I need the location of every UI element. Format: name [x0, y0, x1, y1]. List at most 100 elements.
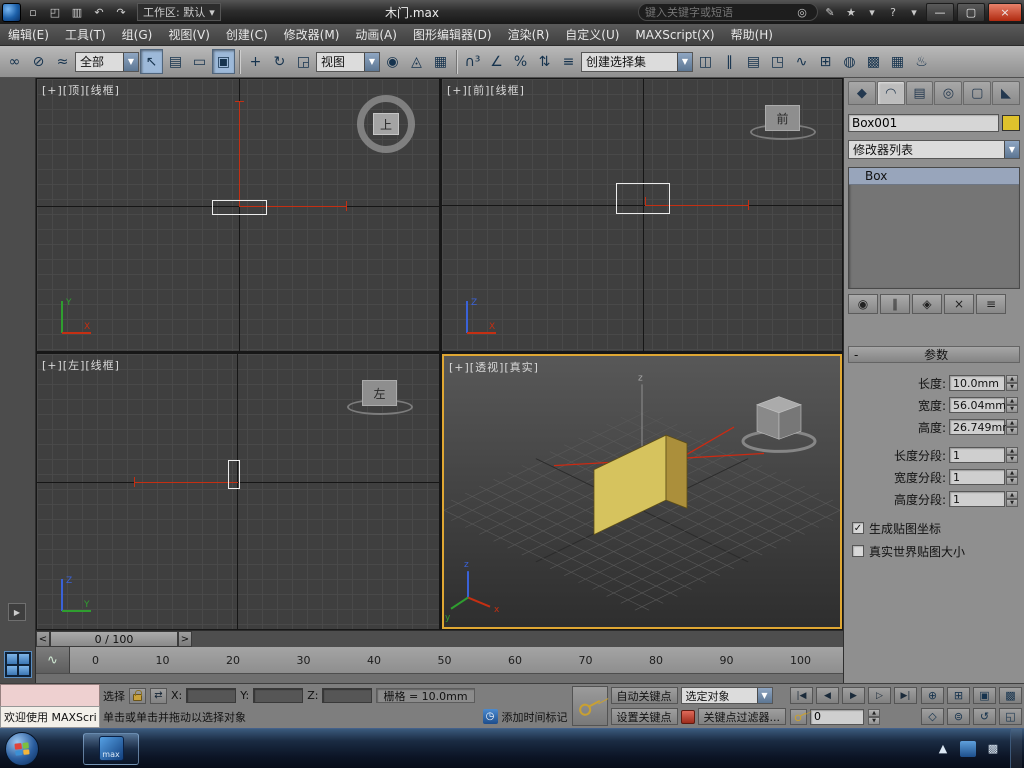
layout-tab-expand-button[interactable]: ▶ [8, 603, 26, 621]
viewport-left[interactable]: [+][左][线框] 左 Z Y [37, 354, 439, 629]
close-button[interactable]: × [988, 2, 1022, 22]
key-filters-button[interactable]: 关键点过滤器... [697, 708, 786, 725]
help-search-input[interactable] [645, 5, 789, 19]
pin-stack-button[interactable]: ◉ [848, 294, 878, 314]
viewcube-face[interactable]: 左 [362, 380, 397, 406]
maxscript-mini-listener[interactable]: 欢迎使用 MAXScri [0, 684, 100, 728]
network-icon[interactable]: ▩ [985, 741, 1001, 757]
viewport-top[interactable]: [+][顶][线框] 上 Y X [37, 79, 439, 351]
rollout-header[interactable]: - 参数 [848, 346, 1020, 363]
select-and-rotate-button[interactable]: ↻ [268, 49, 291, 74]
help-icon[interactable]: ? [884, 3, 902, 21]
undo-button[interactable]: ↶ [89, 3, 109, 21]
width-field[interactable]: 56.04mm [949, 397, 1006, 413]
window-crossing-button[interactable]: ▣ [212, 49, 235, 74]
object-color-swatch[interactable] [1002, 115, 1020, 131]
current-frame-field[interactable] [810, 708, 864, 725]
tab-display[interactable]: ▢ [963, 81, 992, 105]
viewport-left-label[interactable]: [+][左][线框] [42, 357, 120, 373]
viewcube-face[interactable]: 前 [765, 105, 800, 131]
save-file-button[interactable]: ▥ [67, 3, 87, 21]
selection-filter-dropdown[interactable]: 全部 ▼ [75, 51, 139, 72]
generate-mapping-coords-checkbox[interactable]: ✓ [852, 522, 864, 534]
scene-explorer-button[interactable]: ◳ [766, 49, 789, 74]
redo-button[interactable]: ↷ [111, 3, 131, 21]
auto-key-button[interactable]: 自动关键点 [610, 687, 678, 704]
selected-box-wireframe[interactable] [212, 200, 267, 215]
track-bar[interactable]: ∿ 0 10 20 30 40 50 60 70 80 90 100 [36, 647, 843, 674]
listener-lane[interactable]: 欢迎使用 MAXScri [0, 705, 100, 728]
viewcube-face[interactable]: 上 [373, 113, 399, 135]
snaps-toggle-button[interactable]: ∩³ [461, 49, 484, 74]
material-editor-button[interactable]: ◍ [838, 49, 861, 74]
width-segs-spinner[interactable]: ▲ ▼ [1006, 469, 1018, 485]
menu-rendering[interactable]: 渲染(R) [500, 26, 558, 43]
length-segs-field[interactable]: 1 [949, 447, 1005, 463]
menu-maxscript[interactable]: MAXScript(X) [627, 28, 722, 42]
go-to-start-button[interactable]: |◀ [790, 687, 813, 704]
zoom-all-button[interactable]: ⊞ [947, 687, 970, 704]
help-search-box[interactable]: ◎ [638, 3, 818, 21]
next-key-button[interactable]: ▷ [868, 687, 891, 704]
zoom-extents-button[interactable]: ▣ [973, 687, 996, 704]
select-by-name-button[interactable]: ▤ [164, 49, 187, 74]
menu-views[interactable]: 视图(V) [160, 26, 218, 43]
tab-hierarchy[interactable]: ▤ [905, 81, 934, 105]
workspace-dropdown[interactable]: 工作区: 默认 ▾ [137, 3, 221, 21]
length-spinner[interactable]: ▲ ▼ [1006, 375, 1018, 391]
maximize-button[interactable]: ▢ [957, 2, 985, 22]
rendered-frame-button[interactable]: ▦ [886, 49, 909, 74]
favorites-icon[interactable]: ★ [842, 3, 860, 21]
taskbar-3dsmax-button[interactable]: max [83, 732, 139, 765]
maximize-viewport-button[interactable]: ◱ [999, 708, 1022, 725]
tab-motion[interactable]: ◎ [934, 81, 963, 105]
z-coordinate-field[interactable] [322, 688, 373, 703]
play-button[interactable]: ▶ [842, 687, 865, 704]
menu-tools[interactable]: 工具(T) [57, 26, 114, 43]
selection-lock-button[interactable] [129, 687, 146, 704]
set-key-button[interactable]: 设置关键点 [610, 708, 678, 725]
height-field[interactable]: 26.749mm [949, 419, 1013, 435]
width-segs-field[interactable]: 1 [949, 469, 1005, 485]
viewcube[interactable]: 上 [357, 95, 415, 153]
viewport-layout-tab[interactable] [4, 651, 32, 678]
go-to-end-button[interactable]: ▶| [894, 687, 917, 704]
communication-center-icon[interactable]: ✎ [821, 3, 839, 21]
curve-editor-button[interactable]: ∿ [790, 49, 813, 74]
named-selection-dropdown[interactable]: 创建选择集 ▼ [581, 51, 693, 72]
next-frame-button[interactable]: > [178, 631, 192, 647]
selected-box-wireframe[interactable] [228, 460, 240, 489]
perspective-scene[interactable]: z z x y [444, 356, 840, 627]
zoom-extents-all-button[interactable]: ▩ [999, 687, 1022, 704]
align-button[interactable]: ∥ [718, 49, 741, 74]
menu-animation[interactable]: 动画(A) [347, 26, 405, 43]
select-and-move-button[interactable]: + [244, 49, 267, 74]
hidden-icons-button[interactable]: ▲ [935, 741, 951, 757]
menu-edit[interactable]: 编辑(E) [0, 26, 57, 43]
height-spinner[interactable]: ▲ ▼ [1006, 419, 1018, 435]
object-name-field[interactable] [848, 114, 999, 132]
viewport-perspective-label[interactable]: [+][透视][真实] [449, 359, 539, 375]
remove-modifier-button[interactable]: × [944, 294, 974, 314]
tab-create[interactable]: ◆ [848, 81, 876, 105]
new-file-button[interactable]: ▫ [23, 3, 43, 21]
viewcube[interactable]: 左 [347, 380, 413, 422]
absolute-relative-toggle-button[interactable]: ⇄ [150, 687, 167, 704]
spinner-snap-button[interactable]: ⇅ [533, 49, 556, 74]
menu-group[interactable]: 组(G) [114, 26, 161, 43]
selection-region-button[interactable]: ▭ [188, 49, 211, 74]
height-segs-field[interactable]: 1 [949, 491, 1005, 507]
select-and-scale-button[interactable]: ◲ [292, 49, 315, 74]
time-slider-handle[interactable]: 0 / 100 [50, 631, 178, 647]
open-file-button[interactable]: ◰ [45, 3, 65, 21]
layer-manager-button[interactable]: ▤ [742, 49, 765, 74]
unlink-selection-button[interactable]: ⊘ [27, 49, 50, 74]
modifier-stack[interactable]: Box [848, 167, 1020, 289]
schematic-view-button[interactable]: ⊞ [814, 49, 837, 74]
render-production-button[interactable]: ♨ [910, 49, 933, 74]
menu-create[interactable]: 创建(C) [218, 26, 276, 43]
bind-to-space-warp-button[interactable]: ≈ [51, 49, 74, 74]
app-logo-icon[interactable] [2, 2, 21, 22]
start-button[interactable] [5, 731, 39, 766]
real-world-map-size-checkbox[interactable] [852, 545, 864, 557]
